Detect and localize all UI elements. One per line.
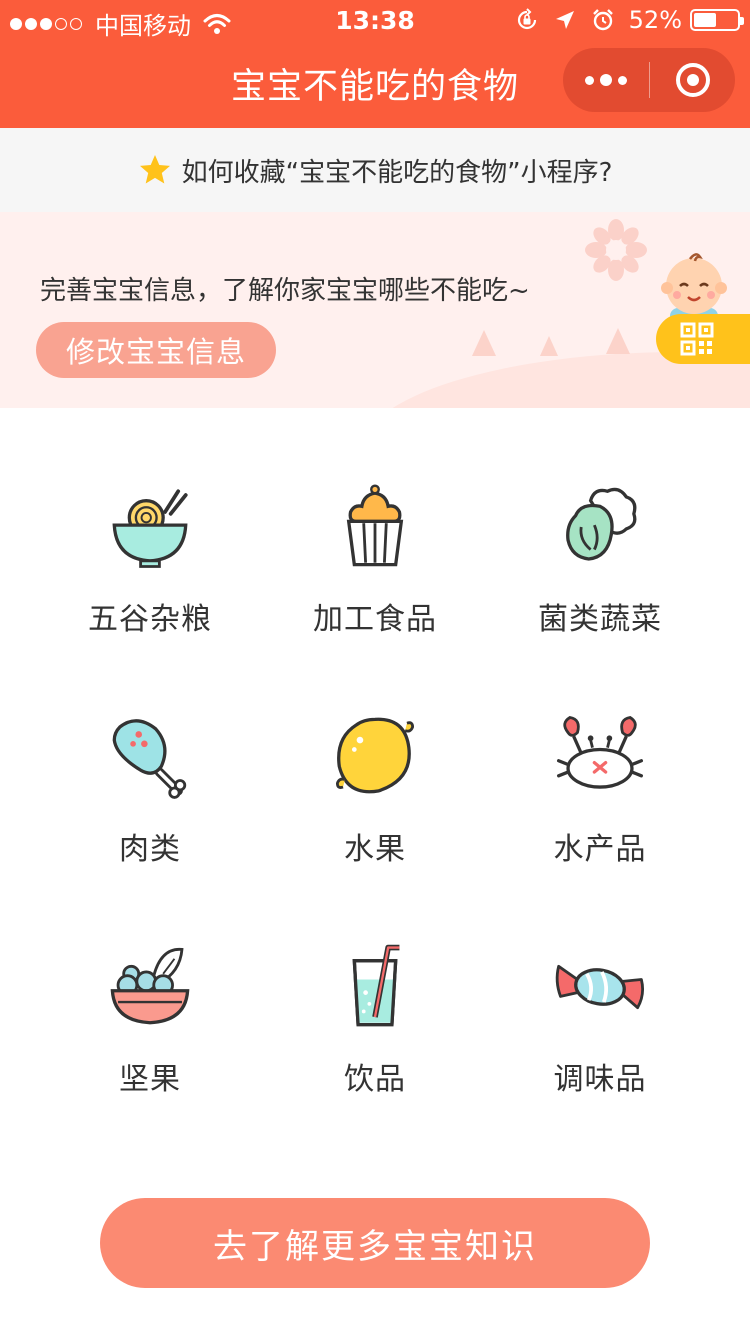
favorite-tip-text: 如何收藏“宝宝不能吃的食物”小程序? — [181, 157, 613, 188]
orientation-lock-icon — [517, 8, 536, 30]
category-nuts[interactable]: 坚果 — [25, 868, 275, 1098]
status-bar: 中国移动 13:38 52% — [0, 0, 750, 40]
battery-percent: 52% — [628, 6, 682, 34]
cupcake-icon — [346, 484, 404, 567]
baby-info-prompt: 完善宝宝信息，了解你家宝宝哪些不能吃~ — [40, 276, 530, 306]
qrcode-icon — [680, 322, 714, 356]
drink-icon — [352, 944, 400, 1027]
more-options-button[interactable] — [563, 48, 649, 112]
tree-decoration-icon — [606, 328, 630, 354]
tree-decoration-icon — [540, 336, 558, 356]
category-processed-food[interactable]: 加工食品 — [250, 408, 500, 638]
category-label: 五谷杂粮 — [88, 602, 212, 637]
category-label: 肉类 — [119, 832, 181, 867]
star-icon — [139, 155, 170, 184]
page-title: 宝宝不能吃的食物 — [230, 67, 519, 107]
crab-icon — [556, 716, 644, 789]
category-seafood[interactable]: 水产品 — [475, 638, 725, 868]
qrcode-button[interactable] — [656, 314, 750, 364]
category-meat[interactable]: 肉类 — [25, 638, 275, 868]
noodle-bowl-icon — [112, 489, 188, 568]
close-miniprogram-button[interactable] — [650, 48, 735, 112]
category-drinks[interactable]: 饮品 — [250, 868, 500, 1098]
baby-info-banner: 完善宝宝信息，了解你家宝宝哪些不能吃~ 修改宝宝信息 — [0, 212, 750, 408]
category-fruit[interactable]: 水果 — [250, 638, 500, 868]
category-label: 调味品 — [553, 1062, 647, 1097]
alarm-icon — [592, 9, 613, 31]
category-seasonings[interactable]: 调味品 — [475, 868, 725, 1098]
category-label: 加工食品 — [313, 602, 437, 637]
top-bar: 中国移动 13:38 52% 宝宝不能吃的食物 — [0, 0, 750, 128]
category-label: 菌类蔬菜 — [538, 602, 662, 637]
close-target-icon — [675, 63, 710, 97]
drumstick-icon — [112, 719, 187, 799]
tree-decoration-icon — [472, 330, 496, 356]
status-right: 52% — [515, 6, 744, 34]
learn-more-button[interactable]: 去了解更多宝宝知识 — [100, 1198, 650, 1288]
category-vegetables[interactable]: 菌类蔬菜 — [475, 408, 725, 638]
category-label: 水产品 — [553, 832, 647, 867]
location-arrow-icon — [555, 11, 574, 29]
category-label: 水果 — [344, 832, 406, 867]
category-label: 饮品 — [344, 1062, 406, 1097]
category-label: 坚果 — [119, 1062, 181, 1097]
edit-baby-info-button[interactable]: 修改宝宝信息 — [36, 322, 276, 378]
miniprogram-capsule — [563, 48, 735, 112]
category-grains[interactable]: 五谷杂粮 — [25, 408, 275, 638]
battery-icon — [690, 9, 744, 31]
candy-icon — [555, 964, 645, 1010]
flower-decoration-icon — [585, 219, 647, 281]
broccoli-icon — [566, 487, 637, 561]
favorite-tip-bar[interactable]: 如何收藏“宝宝不能吃的食物”小程序? — [0, 128, 750, 212]
nut-bowl-icon — [110, 947, 190, 1025]
lemon-icon — [335, 717, 415, 794]
